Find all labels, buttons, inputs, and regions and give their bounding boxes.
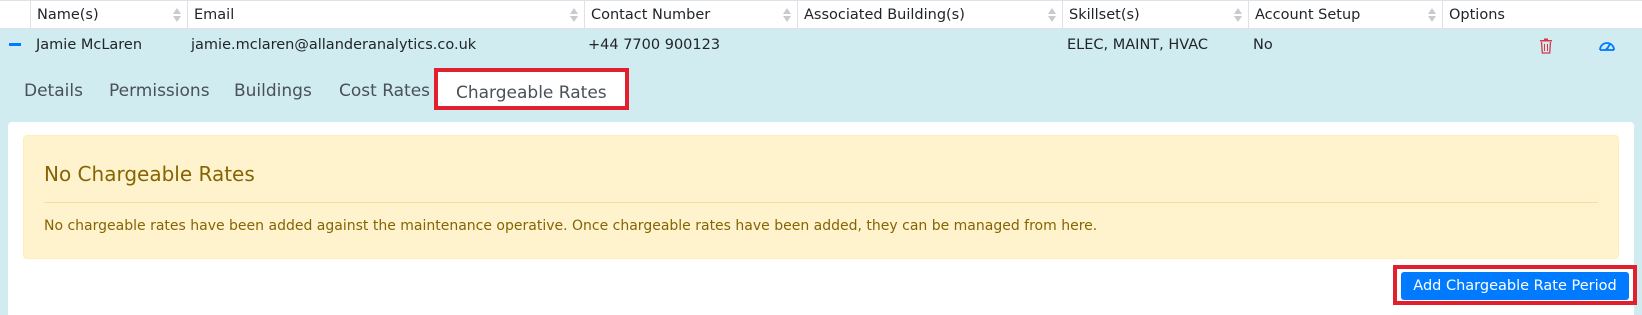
minus-icon[interactable] — [9, 43, 21, 46]
empty-state-alert: No Chargeable Rates No chargeable rates … — [23, 135, 1619, 259]
column-header-account-label: Account Setup — [1255, 7, 1361, 23]
sort-icon[interactable] — [570, 7, 578, 23]
column-header-options: Options — [1442, 1, 1642, 29]
table-header: Name(s) Email Contact Number Associated … — [0, 0, 1642, 29]
row-detail: Details Permissions Buildings Cost Rates… — [0, 62, 1642, 315]
cell-contact: +44 7700 900123 — [588, 37, 721, 53]
alert-message: No chargeable rates have been added agai… — [44, 218, 1098, 234]
column-header-buildings-label: Associated Building(s) — [804, 7, 965, 23]
sort-icon[interactable] — [1428, 7, 1436, 23]
tab-buildings[interactable]: Buildings — [234, 76, 312, 106]
sort-icon[interactable] — [783, 7, 791, 23]
column-header-email-label: Email — [194, 7, 235, 23]
tab-cost-rates[interactable]: Cost Rates — [339, 76, 430, 106]
column-header-email[interactable]: Email — [187, 1, 584, 29]
add-chargeable-rate-highlight: Add Chargeable Rate Period — [1393, 265, 1637, 305]
cell-email: jamie.mclaren@allanderanalytics.co.uk — [191, 37, 477, 53]
column-header-options-label: Options — [1449, 7, 1505, 23]
sort-icon[interactable] — [173, 7, 181, 23]
page: Name(s) Email Contact Number Associated … — [0, 0, 1642, 315]
sort-icon[interactable] — [1234, 7, 1242, 23]
cell-name: Jamie McLaren — [36, 37, 143, 53]
alert-title: No Chargeable Rates — [44, 162, 255, 186]
add-chargeable-rate-button[interactable]: Add Chargeable Rate Period — [1401, 272, 1629, 300]
tab-chargeable-rates[interactable]: Chargeable Rates — [434, 68, 629, 110]
column-header-skillset[interactable]: Skillset(s) — [1062, 1, 1248, 29]
detail-tabs: Details Permissions Buildings Cost Rates… — [0, 62, 1642, 120]
column-header-contact[interactable]: Contact Number — [584, 1, 797, 29]
column-header-name[interactable]: Name(s) — [30, 1, 187, 29]
gauge-icon[interactable] — [1598, 38, 1616, 54]
column-header-account[interactable]: Account Setup — [1248, 1, 1442, 29]
alert-divider — [44, 202, 1598, 203]
tab-panel: No Chargeable Rates No chargeable rates … — [8, 122, 1634, 315]
tab-details[interactable]: Details — [24, 76, 83, 106]
column-header-contact-label: Contact Number — [591, 7, 711, 23]
cell-account-setup: No — [1253, 37, 1273, 53]
tab-permissions[interactable]: Permissions — [109, 76, 210, 106]
column-header-name-label: Name(s) — [37, 7, 99, 23]
column-header-buildings[interactable]: Associated Building(s) — [797, 1, 1062, 29]
cell-skillset: ELEC, MAINT, HVAC — [1067, 37, 1209, 53]
trash-icon[interactable] — [1539, 38, 1553, 54]
sort-icon[interactable] — [1048, 7, 1056, 23]
column-header-skillset-label: Skillset(s) — [1069, 7, 1140, 23]
table-row: Jamie McLaren jamie.mclaren@allanderanal… — [0, 29, 1642, 62]
